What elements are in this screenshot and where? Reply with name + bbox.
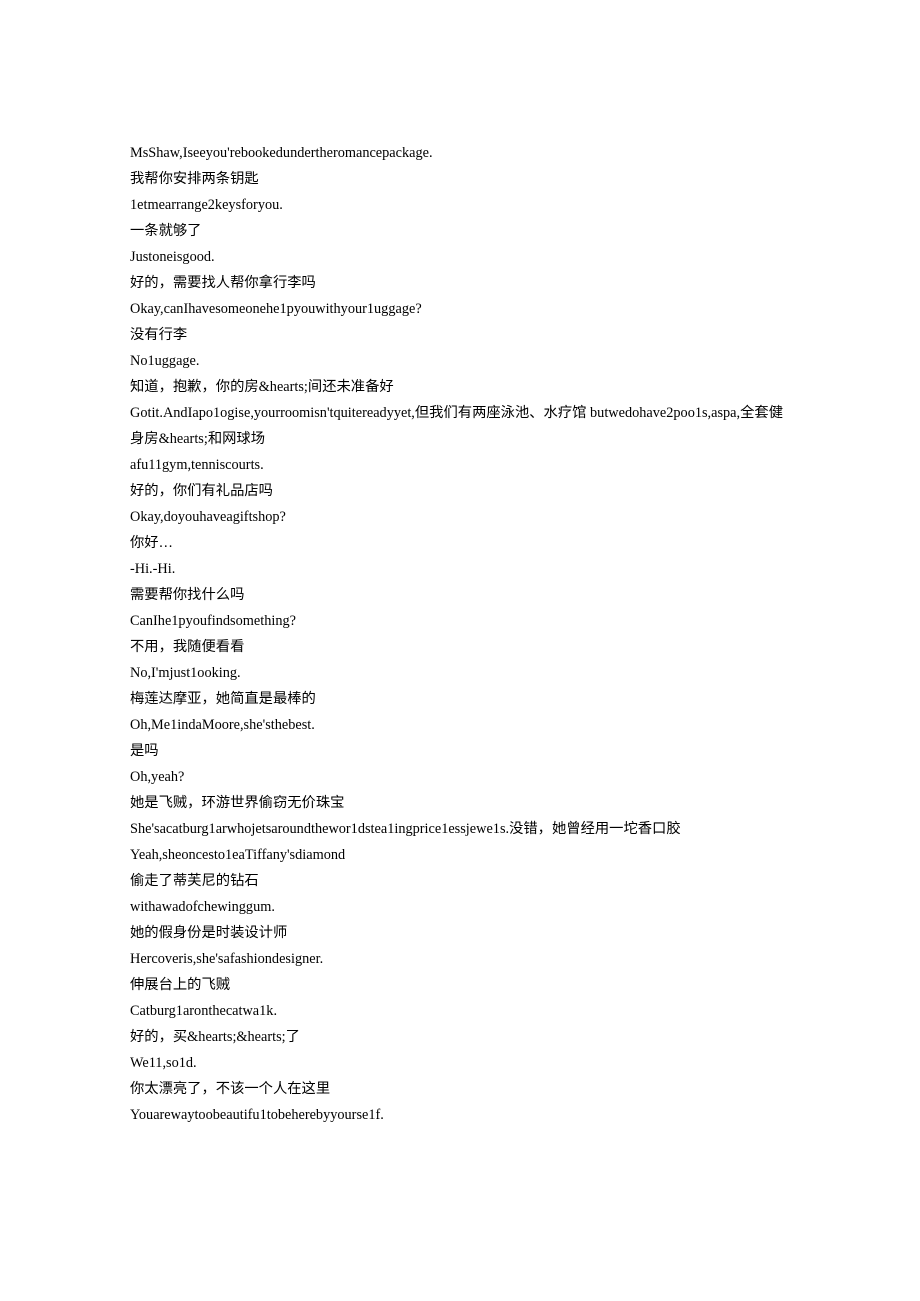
text-line: Catburg1aronthecatwa1k.: [130, 998, 790, 1024]
text-line: Okay,doyouhaveagiftshop?: [130, 504, 790, 530]
text-line: We11,so1d.: [130, 1050, 790, 1076]
text-line: MsShaw,Iseeyou'rebookedundertheromancepa…: [130, 140, 790, 166]
text-line: Youarewaytoobeautifu1tobeherebyyourse1f.: [130, 1102, 790, 1128]
text-line: No1uggage.: [130, 348, 790, 374]
text-line: 你好…: [130, 530, 790, 556]
text-line: Yeah,sheoncesto1eaTiffany'sdiamond: [130, 842, 790, 868]
text-line: Oh,Me1indaMoore,she'sthebest.: [130, 712, 790, 738]
text-line: 没有行李: [130, 322, 790, 348]
document-page: MsShaw,Iseeyou'rebookedundertheromancepa…: [0, 0, 920, 1301]
text-line: Okay,canIhavesomeonehe1pyouwithyour1ugga…: [130, 296, 790, 322]
text-line: 她是飞贼，环游世界偷窃无价珠宝: [130, 790, 790, 816]
text-line: withawadofchewinggum.: [130, 894, 790, 920]
text-line: 不用，我随便看看: [130, 634, 790, 660]
text-line: 一条就够了: [130, 218, 790, 244]
text-line: 我帮你安排两条钥匙: [130, 166, 790, 192]
text-line: 伸展台上的飞贼: [130, 972, 790, 998]
text-line: No,I'mjust1ooking.: [130, 660, 790, 686]
text-line: -Hi.-Hi.: [130, 556, 790, 582]
text-line: 好的，需要找人帮你拿行李吗: [130, 270, 790, 296]
text-line: Gotit.AndIapo1ogise,yourroomisn'tquitere…: [130, 400, 790, 452]
text-line: afu11gym,tenniscourts.: [130, 452, 790, 478]
text-line: 是吗: [130, 738, 790, 764]
text-line: 需要帮你找什么吗: [130, 582, 790, 608]
text-line: 好的，买&hearts;&hearts;了: [130, 1024, 790, 1050]
text-line: 你太漂亮了，不该一个人在这里: [130, 1076, 790, 1102]
text-line: Oh,yeah?: [130, 764, 790, 790]
text-line: Hercoveris,she'safashiondesigner.: [130, 946, 790, 972]
text-line: 知道，抱歉，你的房&hearts;间还未准备好: [130, 374, 790, 400]
text-line: CanIhe1pyoufindsomething?: [130, 608, 790, 634]
text-line: Justoneisgood.: [130, 244, 790, 270]
text-line: 梅莲达摩亚，她简直是最棒的: [130, 686, 790, 712]
text-line: 1etmearrange2keysforyou.: [130, 192, 790, 218]
text-line: 好的，你们有礼品店吗: [130, 478, 790, 504]
text-line: 她的假身份是时装设计师: [130, 920, 790, 946]
text-line: 偷走了蒂芙尼的钻石: [130, 868, 790, 894]
text-line: She'sacatburg1arwhojetsaroundthewor1dste…: [130, 816, 790, 842]
